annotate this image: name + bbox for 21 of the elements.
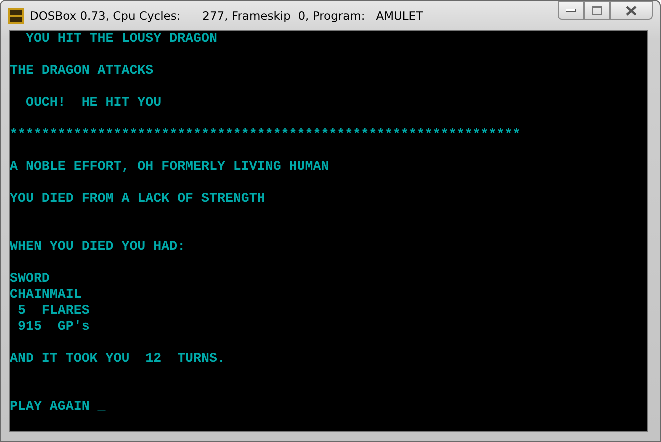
minimize-button[interactable] [558, 1, 584, 20]
screen-text: THE DRAGON ATTACKS [10, 63, 154, 79]
app-icon [8, 8, 24, 24]
screen-text: A NOBLE EFFORT, OH FORMERLY LIVING HUMAN [10, 159, 330, 175]
screen-text: OUCH! HE HIT YOU [24, 95, 162, 111]
screen-text: YOU HIT THE LOUSY DRAGON [24, 31, 218, 47]
screen-text: 915 GP's [16, 319, 90, 335]
screen-text: **************************************************************** [10, 127, 521, 143]
screen-text: WHEN YOU DIED YOU HAD: [10, 239, 186, 255]
screen-text: 5 FLARES [16, 303, 90, 319]
screen-text: AND IT TOOK YOU 12 TURNS. [10, 351, 226, 367]
minimize-icon [566, 8, 576, 12]
window-title: DOSBox 0.73, Cpu Cycles: 277, Frameskip 0, Program: AMULET [30, 8, 424, 22]
screen-text: YOU DIED FROM A LACK OF STRENGTH [10, 191, 266, 207]
close-icon [626, 6, 637, 16]
close-button[interactable] [610, 1, 653, 20]
screen-text: SWORD [10, 271, 50, 287]
maximize-icon [592, 6, 602, 15]
screen-text: CHAINMAIL [10, 287, 82, 303]
screen-text: PLAY AGAIN _ [10, 399, 106, 415]
maximize-button[interactable] [584, 1, 610, 20]
